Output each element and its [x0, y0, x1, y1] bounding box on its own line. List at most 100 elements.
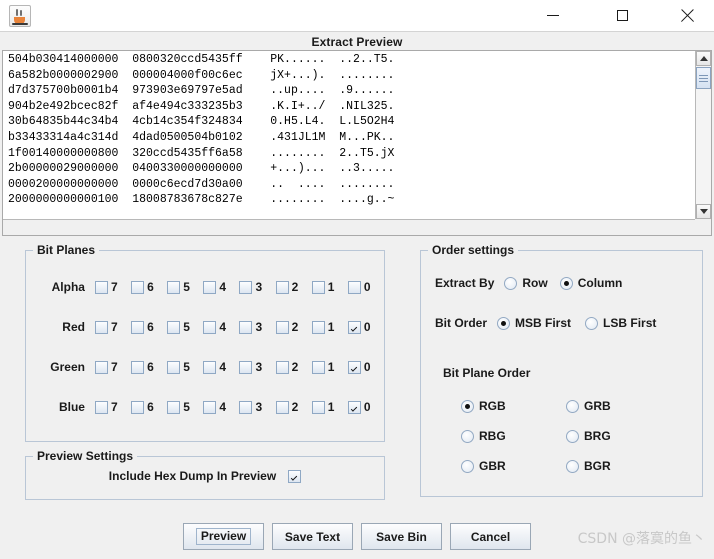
bit-plane-order-gbr[interactable]: GBR [461, 459, 556, 473]
bit-plane-order-grb-label: GRB [584, 399, 611, 413]
preview-button[interactable]: Preview [183, 523, 264, 550]
bit-order-row: Bit Order MSB First LSB First [435, 316, 670, 330]
cancel-button[interactable]: Cancel [450, 523, 531, 550]
bit-checkbox-green-3[interactable] [239, 360, 253, 374]
bit-plane-order-gbr-label: GBR [479, 459, 506, 473]
bit-checkbox-blue-0[interactable] [347, 400, 361, 414]
bit-checkbox-alpha-3[interactable] [239, 280, 253, 294]
bit-number-label: 1 [327, 400, 335, 414]
bit-plane-order-grb[interactable]: GRB [566, 399, 661, 413]
bit-plane-order-bgr-indicator[interactable] [566, 459, 579, 473]
bit-order-msb-first[interactable]: MSB First [497, 316, 571, 330]
bit-checkbox-blue-6[interactable] [131, 400, 145, 414]
bit-checkbox-alpha-0[interactable] [347, 280, 361, 294]
hex-horizontal-scrollbar[interactable] [3, 219, 695, 235]
bit-checkbox-red-5[interactable] [167, 320, 181, 334]
hex-dump-text: 504b030414000000 0800320ccd5435ff PK....… [8, 52, 394, 208]
bit-checkbox-alpha-4[interactable] [203, 280, 217, 294]
bit-checkbox-blue-2[interactable] [275, 400, 289, 414]
extract-by-column[interactable]: Column [559, 276, 622, 290]
bit-plane-order-row: RBG BRG [441, 421, 681, 451]
bit-checkbox-blue-7[interactable] [94, 400, 108, 414]
bit-checkbox-green-7[interactable] [94, 360, 108, 374]
chevron-down-icon [699, 209, 708, 214]
bit-order-options: MSB First LSB First [497, 316, 670, 330]
hex-vertical-scrollbar[interactable] [695, 51, 711, 219]
extract-by-row[interactable]: Row [504, 276, 548, 290]
bit-checkbox-red-7[interactable] [94, 320, 108, 334]
bit-plane-order-rgb-indicator[interactable] [461, 399, 474, 413]
bit-plane-order-rbg-indicator[interactable] [461, 429, 474, 443]
extract-by-column-indicator[interactable] [559, 276, 573, 290]
bit-number-label: 6 [147, 360, 154, 374]
bit-plane-order-grb-indicator[interactable] [566, 399, 579, 413]
bit-checkbox-red-6[interactable] [131, 320, 145, 334]
include-hex-dump-checkbox[interactable] [288, 469, 302, 483]
bit-checkbox-alpha-7[interactable] [94, 280, 108, 294]
bit-checkbox-blue-1[interactable] [311, 400, 325, 414]
scroll-down-button[interactable] [696, 204, 711, 219]
extract-by-row-indicator[interactable] [504, 276, 518, 290]
hex-dump-textarea[interactable]: 504b030414000000 0800320ccd5435ff PK....… [3, 51, 694, 218]
scrollbar-corner [695, 219, 711, 235]
hex-dump-line: 2b00000029000000 0400330000000000 +...).… [8, 162, 395, 176]
bit-checkbox-green-5[interactable] [167, 360, 181, 374]
bit-checkbox-green-6[interactable] [131, 360, 145, 374]
channel-label: Red [62, 320, 85, 334]
bit-checkbox-green-1[interactable] [311, 360, 325, 374]
bit-cell: 2 [275, 360, 312, 374]
close-button[interactable] [664, 0, 710, 31]
bit-order-msb-first-indicator[interactable] [497, 316, 511, 330]
bit-checkbox-alpha-2[interactable] [275, 280, 289, 294]
scroll-thumb[interactable] [696, 67, 711, 89]
bit-plane-order-rbg-label: RBG [479, 429, 506, 443]
bit-checkbox-alpha-5[interactable] [167, 280, 181, 294]
bit-number-label: 7 [110, 400, 118, 414]
hex-dump-panel: 504b030414000000 0800320ccd5435ff PK....… [2, 50, 712, 236]
scroll-up-button[interactable] [696, 51, 711, 66]
bit-checkbox-green-4[interactable] [203, 360, 217, 374]
bit-cell: 7 [94, 400, 131, 414]
bit-checkbox-red-0[interactable] [347, 320, 361, 334]
order-settings-legend: Order settings [428, 243, 519, 257]
save-text-button[interactable]: Save Text [272, 523, 353, 550]
save-bin-button[interactable]: Save Bin [361, 523, 442, 550]
bit-cell: 2 [275, 280, 312, 294]
bit-cell: 0 [347, 400, 384, 414]
bit-number-label: 4 [219, 400, 227, 414]
csdn-watermark: CSDN @落寞的鱼丶 [577, 531, 706, 547]
bit-checkbox-alpha-1[interactable] [311, 280, 325, 294]
bit-number-label: 6 [147, 280, 154, 294]
extract-by-label: Extract By [435, 276, 495, 290]
bit-order-lsb-first[interactable]: LSB First [585, 316, 656, 330]
bit-number-label: 5 [183, 280, 190, 294]
bit-checkbox-blue-4[interactable] [203, 400, 217, 414]
bit-checkbox-blue-5[interactable] [167, 400, 181, 414]
bit-number-label: 7 [110, 280, 118, 294]
bit-plane-order-rbg[interactable]: RBG [461, 429, 556, 443]
bit-checkbox-red-1[interactable] [311, 320, 325, 334]
bit-checkbox-red-3[interactable] [239, 320, 253, 334]
minimize-button[interactable] [530, 0, 576, 31]
bit-checkbox-blue-3[interactable] [239, 400, 253, 414]
bit-checkbox-alpha-6[interactable] [131, 280, 145, 294]
java-cup-icon [9, 5, 31, 27]
bit-plane-order-brg-indicator[interactable] [566, 429, 579, 443]
bit-plane-row-alpha: Alpha 7 6 5 4 3 2 1 0 [26, 277, 384, 297]
channel-label: Alpha [51, 280, 85, 294]
bit-number-label: 2 [291, 320, 299, 334]
bit-number-label: 1 [327, 280, 335, 294]
bit-plane-order-brg[interactable]: BRG [566, 429, 661, 443]
bit-checkbox-red-2[interactable] [275, 320, 289, 334]
bit-checkbox-green-0[interactable] [347, 360, 361, 374]
bit-plane-order-rgb[interactable]: RGB [461, 399, 556, 413]
bit-plane-order-gbr-indicator[interactable] [461, 459, 474, 473]
bit-checkbox-red-4[interactable] [203, 320, 217, 334]
maximize-button[interactable] [599, 0, 645, 31]
bit-checkbox-green-2[interactable] [275, 360, 289, 374]
bit-order-lsb-first-indicator[interactable] [585, 316, 599, 330]
bit-plane-order-bgr[interactable]: BGR [566, 459, 661, 473]
preview-settings-group: Preview Settings Include Hex Dump In Pre… [25, 449, 385, 500]
bit-cell: 6 [131, 320, 167, 334]
bit-order-lsb-first-label: LSB First [603, 316, 657, 330]
